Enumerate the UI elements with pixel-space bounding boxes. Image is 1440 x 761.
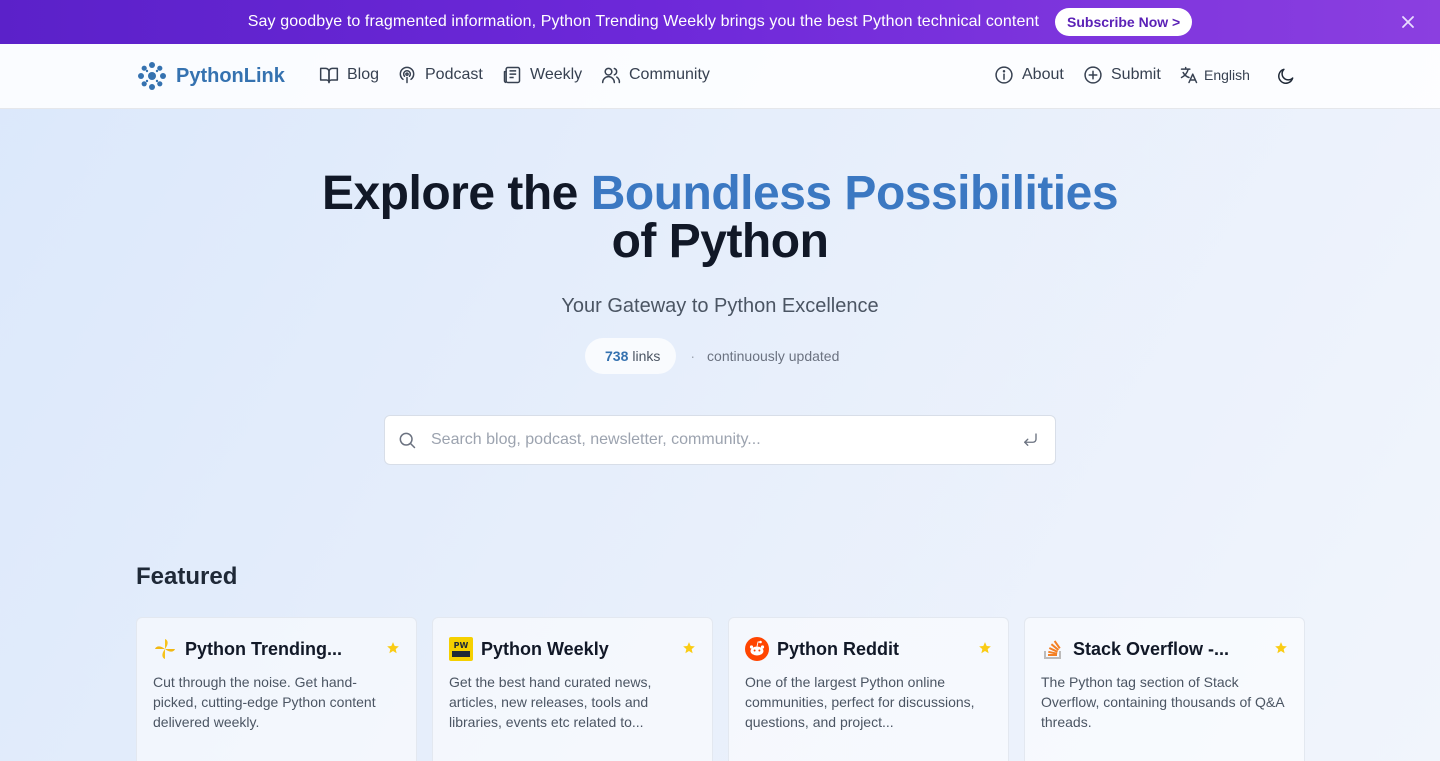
translate-icon [1179,65,1199,85]
card-title: Python Reddit [777,638,899,659]
stats-separator: · [690,348,696,364]
card-description: One of the largest Python online communi… [745,674,975,730]
subscribe-now-button[interactable]: Subscribe Now > [1055,8,1193,36]
nav-blog-label: Blog [347,66,380,83]
card-title: Stack Overflow -... [1073,638,1230,659]
nav-submit[interactable]: Submit [1083,65,1161,85]
card-title: Python Weekly [481,638,609,659]
hero-title-end: of Python [611,215,829,268]
featured-card-stack-overflow[interactable]: Stack Overflow -... The Python tag secti… [1024,617,1305,761]
logo-link[interactable]: PythonLink [136,60,285,92]
pythonlink-logo-icon [136,60,168,92]
star-icon [978,641,992,655]
link-count-pill: 738 links [585,338,677,374]
search-input[interactable] [431,420,1021,460]
card-description: The Python tag section of Stack Overflow… [1041,674,1284,730]
newspaper-icon [502,65,522,85]
card-description: Cut through the noise. Get hand-picked, … [153,674,376,730]
link-stats: 738 links · continuously updated [585,338,839,374]
link-count-unit: links [632,348,661,364]
card-description: Get the best hand curated news, articles… [449,674,652,730]
nav-about-label: About [1022,66,1064,83]
close-icon[interactable] [1400,14,1416,30]
users-icon [601,65,621,85]
nav-podcast[interactable]: Podcast [397,65,483,85]
nav-about[interactable]: About [994,65,1064,85]
hero-subtitle: Your Gateway to Python Excellence [561,295,879,317]
card-title: Python Trending... [185,638,342,659]
nav-podcast-label: Podcast [425,66,483,83]
announcement-text: Say goodbye to fragmented information, P… [247,13,1039,30]
pinwheel-logo-icon [153,637,177,661]
moon-icon [1276,66,1296,86]
star-icon [682,641,696,655]
language-selector[interactable]: English [1179,65,1250,85]
featured-card-python-weekly[interactable]: PW Python Weekly Get the best hand curat… [432,617,713,761]
svg-text:PW: PW [454,641,469,650]
search-icon [397,430,417,450]
hero-title-start: Explore the [321,167,578,220]
nav-community[interactable]: Community [601,65,710,85]
announcement-bar: Say goodbye to fragmented information, P… [0,0,1440,44]
link-count: 738 [605,348,629,364]
featured-card-python-reddit[interactable]: Python Reddit One of the largest Python … [728,617,1009,761]
star-icon [386,641,400,655]
update-status: continuously updated [707,348,840,364]
search-box [384,415,1056,465]
stackoverflow-logo-icon [1041,637,1065,661]
plus-circle-icon [1083,65,1103,85]
nav-weekly[interactable]: Weekly [502,65,582,85]
reddit-logo-icon [745,637,769,661]
nav-blog[interactable]: Blog [319,65,379,85]
star-icon [1274,641,1288,655]
enter-key-icon[interactable] [1021,431,1039,449]
theme-toggle-button[interactable] [1276,66,1296,86]
podcast-icon [397,65,417,85]
nav-submit-label: Submit [1111,66,1161,83]
book-icon [319,65,339,85]
hero-title: Explore the Boundless Possibilities of P… [0,170,1440,266]
python-weekly-logo-icon: PW [449,637,473,661]
nav-community-label: Community [629,66,710,83]
nav-weekly-label: Weekly [530,66,583,83]
logo-text: PythonLink [176,64,285,87]
featured-card-python-trending[interactable]: Python Trending... Cut through the noise… [136,617,417,761]
featured-heading: Featured [136,563,238,590]
language-label: English [1204,67,1250,83]
hero-title-accent: Boundless Possibilities [590,167,1119,220]
site-header: PythonLink Blog Podcast Weekly Community… [0,44,1440,109]
info-icon [994,65,1014,85]
